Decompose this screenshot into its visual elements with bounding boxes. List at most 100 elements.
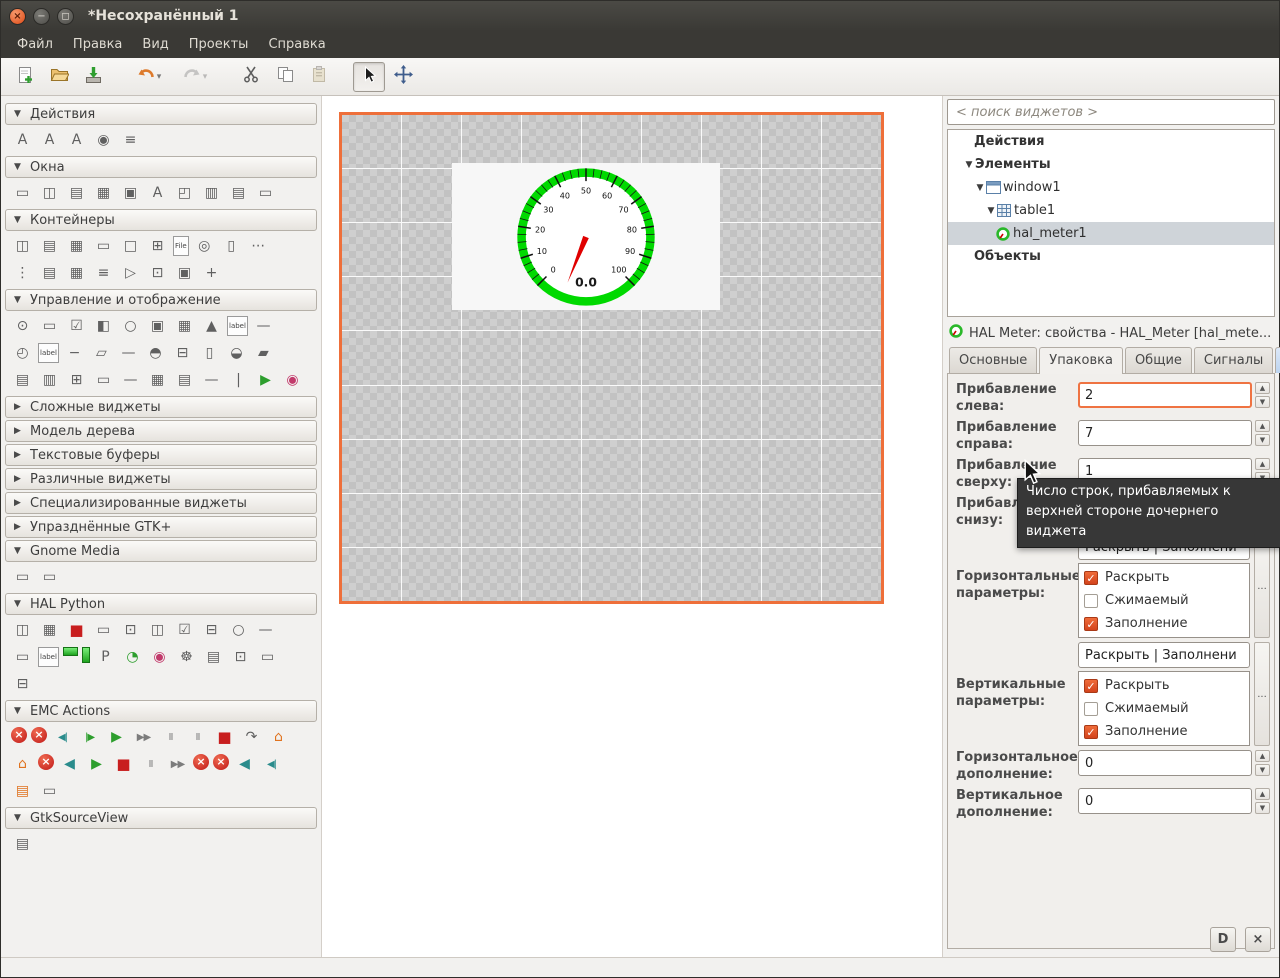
palette-widget-icon[interactable]: ⊟ (200, 620, 223, 640)
palette-widget-icon[interactable]: ▭ (92, 236, 115, 256)
palette-widget-icon[interactable]: — (254, 620, 277, 640)
spin-down-icon[interactable]: ▼ (1255, 802, 1270, 814)
tree-item-Действия[interactable]: Действия (948, 130, 1274, 153)
palette-widget-icon[interactable]: ⊞ (65, 370, 88, 390)
palette-section-header[interactable]: ▼ Контейнеры (5, 209, 317, 231)
palette-widget-icon[interactable]: ▦ (173, 316, 196, 336)
palette-widget-icon[interactable]: — (117, 343, 140, 363)
palette-widget-icon[interactable]: II (186, 727, 209, 747)
palette-widget-icon[interactable]: ≡ (119, 130, 142, 150)
palette-widget-icon[interactable]: ◫ (146, 620, 169, 640)
palette-widget-icon[interactable]: A (146, 183, 169, 203)
palette-widget-icon[interactable]: ▦ (38, 620, 61, 640)
param-summary-entry[interactable]: Раскрыть | Заполнени (1078, 642, 1250, 668)
palette-widget-icon[interactable]: ■ (112, 754, 135, 774)
expander-icon[interactable]: ▼ (985, 206, 997, 216)
palette-widget-icon[interactable]: A (38, 130, 61, 150)
palette-widget-icon[interactable]: ⊡ (119, 620, 142, 640)
palette-section-header[interactable]: ▼ Окна (5, 156, 317, 178)
checkbox-checked-icon[interactable]: ✓ (1084, 570, 1098, 585)
palette-widget-icon[interactable]: × (31, 727, 47, 743)
palette-widget-icon[interactable]: ☸ (175, 647, 198, 667)
palette-widget-icon[interactable]: ▶ (254, 370, 277, 390)
palette-widget-icon[interactable]: ◒ (225, 343, 248, 363)
expander-icon[interactable]: ▼ (963, 160, 975, 170)
cut-button[interactable] (235, 62, 267, 92)
palette-widget-icon[interactable]: File (173, 236, 189, 256)
grid-cell[interactable] (822, 547, 881, 601)
palette-widget-icon[interactable]: ⌂ (11, 754, 34, 774)
grid-cell[interactable] (702, 547, 761, 601)
grid-cell[interactable] (402, 439, 461, 493)
tab-Общие[interactable]: Общие (1124, 347, 1192, 373)
palette-widget-icon[interactable]: ▭ (38, 316, 61, 336)
palette-widget-icon[interactable]: ≡ (92, 263, 115, 283)
attach-field-0-input[interactable]: 2 (1078, 382, 1252, 408)
checkbox-checked-icon[interactable]: ✓ (1084, 678, 1098, 693)
clear-button[interactable]: × (1245, 927, 1271, 952)
checkbox-unchecked-icon[interactable] (1084, 593, 1098, 608)
palette-widget-icon[interactable]: ⊟ (171, 343, 194, 363)
tree-item-Элементы[interactable]: ▼ Элементы (948, 153, 1274, 176)
grid-cell[interactable] (822, 223, 881, 277)
grid-cell[interactable] (462, 115, 521, 169)
undo-button[interactable]: ▾ (127, 62, 171, 92)
redo-button[interactable]: ▾ (173, 62, 217, 92)
grid-cell[interactable] (462, 385, 521, 439)
grid-cell[interactable] (522, 439, 581, 493)
maximize-button[interactable]: ◻ (57, 7, 74, 25)
palette-widget-icon[interactable]: ▮ (62, 647, 78, 656)
palette-widget-icon[interactable]: ▤ (11, 370, 34, 390)
grid-cell[interactable] (342, 223, 401, 277)
grid-cell[interactable] (702, 115, 761, 169)
palette-widget-icon[interactable]: ▭ (256, 647, 279, 667)
tab-Основные[interactable]: Основные (949, 347, 1038, 373)
grid-cell[interactable] (342, 115, 401, 169)
palette-widget-icon[interactable]: ⊟ (11, 674, 34, 694)
grid-cell[interactable] (642, 439, 701, 493)
palette-section-header[interactable]: ▶ Различные виджеты (5, 468, 317, 490)
palette-widget-icon[interactable]: ▥ (200, 183, 223, 203)
more-options-button[interactable]: ... (1254, 642, 1270, 746)
grid-cell[interactable] (402, 115, 461, 169)
palette-widget-icon[interactable]: ▦ (65, 236, 88, 256)
option-Сжимаемый[interactable]: Сжимаемый (1084, 589, 1244, 612)
new-project-button[interactable] (9, 62, 41, 92)
palette-widget-icon[interactable]: ▭ (38, 567, 61, 587)
grid-cell[interactable] (462, 439, 521, 493)
palette-widget-icon[interactable]: ○ (227, 620, 250, 640)
grid-cell[interactable] (582, 115, 641, 169)
palette-section-header[interactable]: ▼ Gnome Media (5, 540, 317, 562)
palette-widget-icon[interactable]: ◀| (260, 754, 283, 774)
palette-widget-icon[interactable]: label (38, 343, 59, 363)
palette-widget-icon[interactable]: ▤ (173, 370, 196, 390)
palette-widget-icon[interactable]: |▶ (78, 727, 101, 747)
palette-widget-icon[interactable]: ▯ (198, 343, 221, 363)
palette-widget-icon[interactable]: ◴ (11, 343, 34, 363)
menu-item-4[interactable]: Справка (258, 33, 335, 56)
spin-up-icon[interactable]: ▲ (1255, 788, 1270, 800)
grid-cell[interactable] (642, 115, 701, 169)
palette-widget-icon[interactable]: ◓ (144, 343, 167, 363)
palette-widget-icon[interactable]: ▤ (65, 183, 88, 203)
tab-Сигналы[interactable]: Сигналы (1193, 347, 1274, 373)
palette-widget-icon[interactable]: ■ (213, 727, 236, 747)
palette-widget-icon[interactable]: ◫ (11, 236, 34, 256)
save-project-button[interactable] (77, 62, 109, 92)
palette-widget-icon[interactable]: ▱ (90, 343, 113, 363)
tree-item-Объекты[interactable]: Объекты (948, 245, 1274, 268)
grid-cell[interactable] (642, 493, 701, 547)
grid-cell[interactable] (582, 493, 641, 547)
grid-cell[interactable] (702, 331, 761, 385)
palette-widget-icon[interactable]: ▤ (11, 834, 34, 854)
palette-widget-icon[interactable]: ◰ (173, 183, 196, 203)
palette-widget-icon[interactable]: ↷ (240, 727, 263, 747)
palette-widget-icon[interactable]: ◫ (38, 183, 61, 203)
grid-cell[interactable] (522, 331, 581, 385)
palette-widget-icon[interactable]: + (200, 263, 223, 283)
palette-widget-icon[interactable]: ▤ (38, 263, 61, 283)
palette-widget-icon[interactable]: ▭ (11, 647, 34, 667)
checkbox-checked-icon[interactable]: ✓ (1084, 724, 1098, 739)
palette-widget-icon[interactable]: ◔ (121, 647, 144, 667)
grid-cell[interactable] (822, 169, 881, 223)
